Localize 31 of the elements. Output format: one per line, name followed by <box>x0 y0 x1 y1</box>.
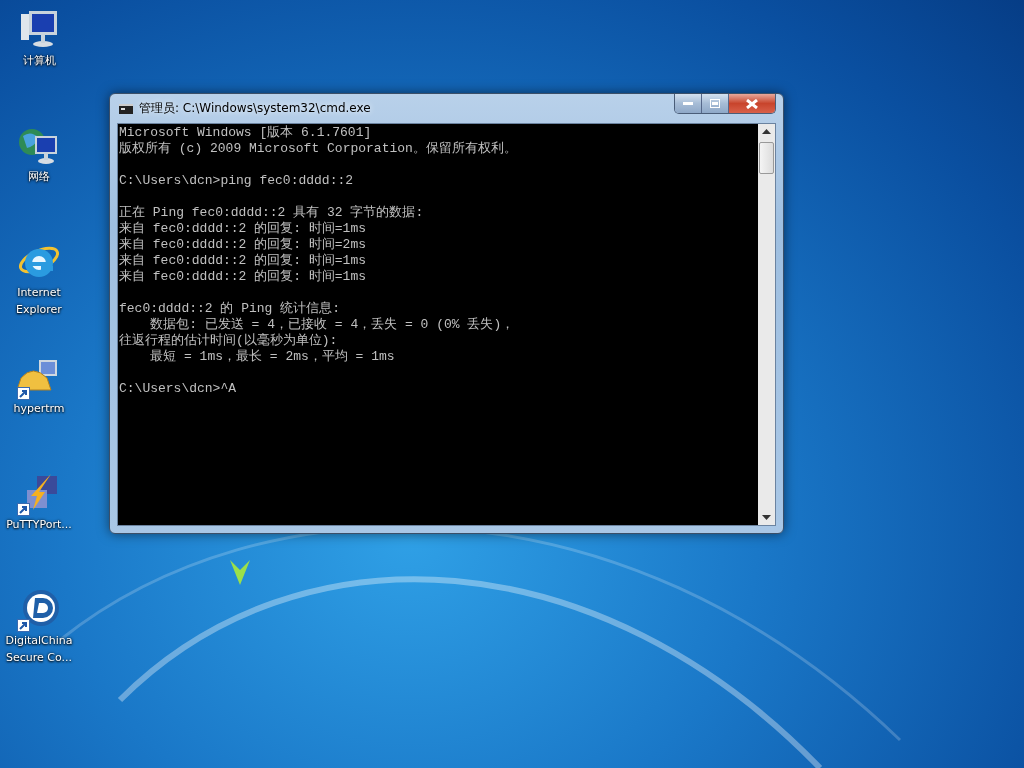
console-line: 数据包: 已发送 = 4，已接收 = 4，丢失 = 0 (0% 丢失)， <box>149 317 515 333</box>
desktop-icon-label[interactable]: PuTTYPort... <box>1 516 77 533</box>
console-line: 正在 Ping fec0:dddd::2 具有 32 字节的数据: <box>119 205 424 221</box>
console-line: C:\Users\dcn>^A <box>119 381 237 397</box>
console-line: 最短 = 1ms，最长 = 2ms，平均 = 1ms <box>149 349 395 365</box>
console-icon <box>119 103 133 114</box>
console-line: 来自 fec0:dddd::2 的回复: 时间=2ms <box>119 237 367 253</box>
console-line: fec0:dddd::2 的 Ping 统计信息: <box>119 301 341 317</box>
console-line: 来自 fec0:dddd::2 的回复: 时间=1ms <box>119 253 367 269</box>
desktop-icon-label[interactable]: hypertrm <box>1 400 77 417</box>
scroll-up-icon[interactable] <box>762 129 771 134</box>
console-line: Microsoft Windows [版本 6.1.7601] <box>119 125 372 141</box>
scroll-thumb[interactable] <box>759 142 774 174</box>
scroll-bar[interactable] <box>758 124 775 525</box>
window-title: 管理员: C:\Windows\system32\cmd.exe <box>139 100 371 117</box>
console-line: 来自 fec0:dddd::2 的回复: 时间=1ms <box>119 269 367 285</box>
minimize-icon <box>683 101 693 106</box>
console-line: 版权所有 (c) 2009 Microsoft Corporation。保留所有权利。 <box>119 141 517 157</box>
console-line: 来自 fec0:dddd::2 的回复: 时间=1ms <box>119 221 367 237</box>
close-icon <box>746 98 758 109</box>
desktop-icon-label[interactable]: DigitalChina Secure Co... <box>1 632 77 666</box>
maximize-button[interactable] <box>702 94 729 113</box>
console-line: C:\Users\dcn>ping fec0:dddd::2 <box>119 173 354 189</box>
desktop-icon-label[interactable]: Internet Explorer <box>1 284 77 318</box>
minimize-button[interactable] <box>675 94 702 113</box>
desktop-icon-label[interactable]: 计算机 <box>1 52 77 69</box>
console-line: 往返行程的估计时间(以毫秒为单位): <box>119 333 338 349</box>
scroll-down-icon[interactable] <box>762 515 771 520</box>
desktop-icon-label[interactable]: 网络 <box>1 168 77 185</box>
close-button[interactable] <box>729 94 775 113</box>
maximize-icon <box>710 99 720 108</box>
